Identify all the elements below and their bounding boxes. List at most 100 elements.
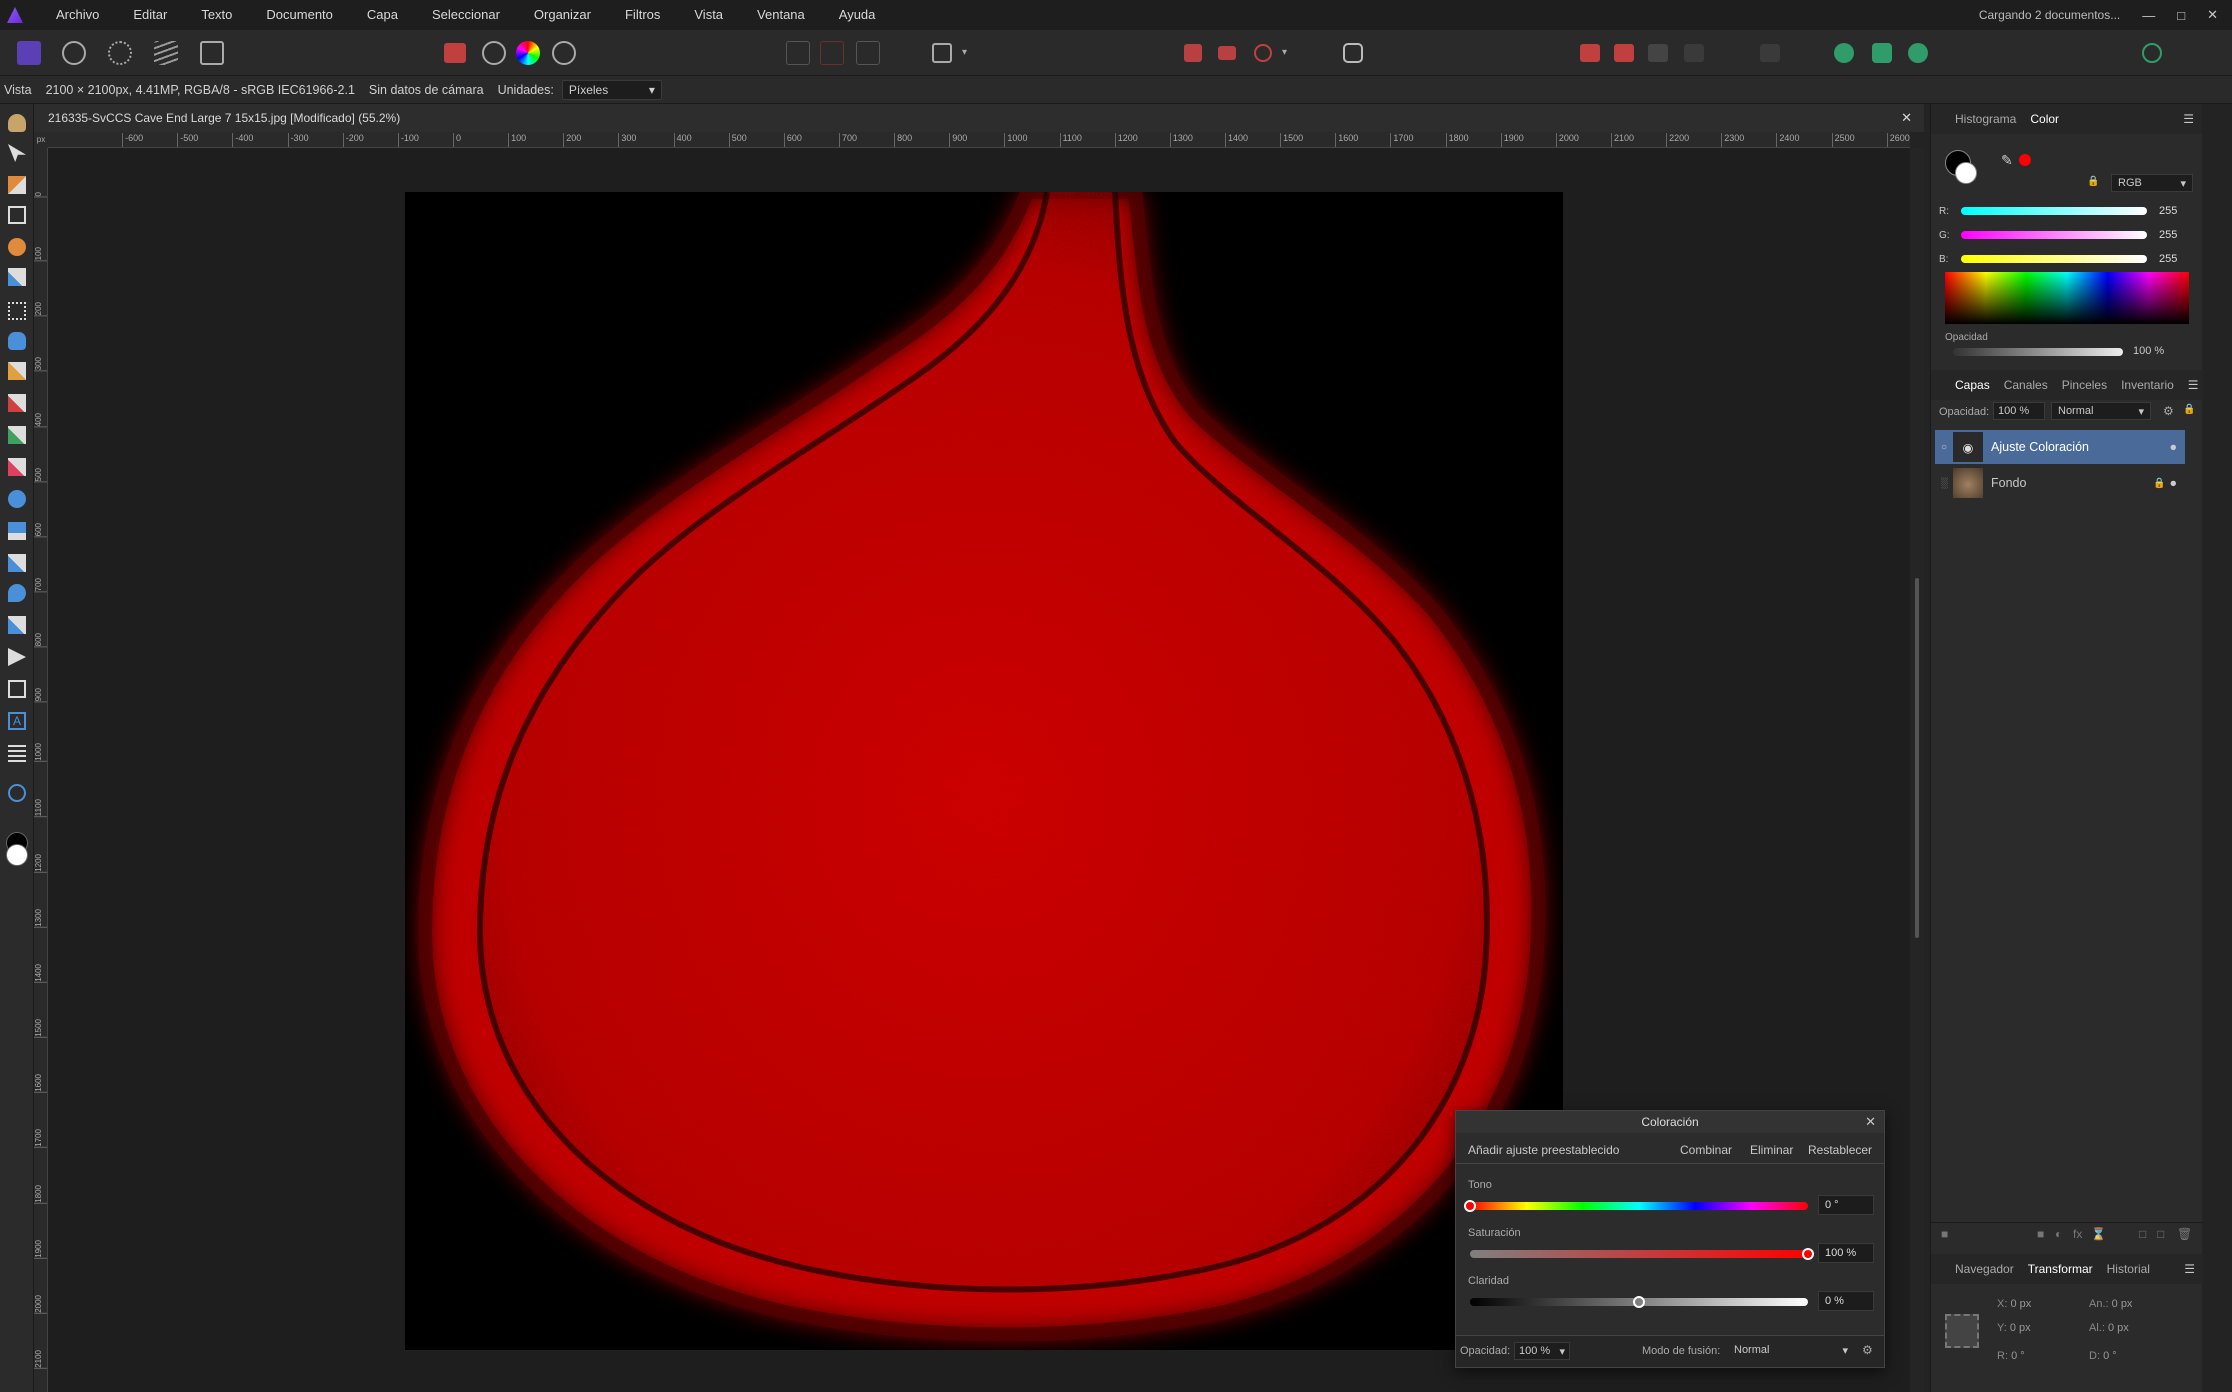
boolean-add-icon[interactable] xyxy=(1834,43,1854,63)
boolean-intersect-icon[interactable] xyxy=(1908,43,1928,63)
r-slider[interactable] xyxy=(1961,207,2147,215)
mesh-warp-tool-icon[interactable] xyxy=(8,744,26,762)
menu-ventana[interactable]: Ventana xyxy=(740,0,822,30)
layer-opacity-field[interactable]: 100 % xyxy=(1993,402,2045,420)
tab-transformar[interactable]: Transformar xyxy=(2028,1262,2093,1276)
color-picker-tool-icon[interactable] xyxy=(8,176,26,194)
mask-layer-icon[interactable]: ■ xyxy=(2037,1227,2044,1241)
vertical-scrollbar[interactable] xyxy=(1910,148,1924,1392)
invert-selection-icon[interactable] xyxy=(856,41,880,65)
auto-levels-icon[interactable] xyxy=(444,43,466,63)
saturation-slider[interactable] xyxy=(1470,1250,1808,1258)
blend-mode-select[interactable]: Normal ▾ xyxy=(1730,1342,1852,1360)
layer-row[interactable]: ○ ◉ Ajuste Coloración ● xyxy=(1935,430,2185,464)
boolean-subtract-icon[interactable] xyxy=(1872,43,1892,63)
layer-options-icon[interactable]: ■ xyxy=(1941,1227,1948,1241)
secondary-color-well[interactable] xyxy=(1955,162,1977,184)
arrange-top-icon[interactable] xyxy=(1684,44,1704,62)
menu-texto[interactable]: Texto xyxy=(184,0,249,30)
tab-inventario[interactable]: Inventario xyxy=(2121,378,2174,392)
document-tab[interactable]: 216335-SvCCS Cave End Large 7 15x15.jpg … xyxy=(34,104,1924,132)
color-model-select[interactable]: RGB ▾ xyxy=(2111,174,2193,192)
rotate-icon[interactable] xyxy=(1254,44,1272,62)
smudge-brush-tool-icon[interactable] xyxy=(8,616,26,634)
auto-colors-icon[interactable] xyxy=(516,41,540,65)
tab-canales[interactable]: Canales xyxy=(2004,378,2048,392)
insert-icon[interactable] xyxy=(1760,44,1780,62)
panel-menu-icon[interactable]: ☰ xyxy=(2183,112,2194,126)
photo-persona-icon[interactable] xyxy=(17,41,41,65)
auto-white-balance-icon[interactable] xyxy=(552,41,576,65)
clone-tool-icon[interactable] xyxy=(8,522,26,540)
menu-capa[interactable]: Capa xyxy=(350,0,415,30)
text-tool-icon[interactable]: A xyxy=(8,712,26,730)
dialog-opacity-field[interactable]: 100 % ▾ xyxy=(1514,1342,1570,1360)
gear-icon[interactable]: ⚙ xyxy=(1862,1343,1873,1357)
menu-vista[interactable]: Vista xyxy=(677,0,740,30)
minimize-icon[interactable]: — xyxy=(2142,8,2155,23)
hue-slider-knob[interactable] xyxy=(1464,1200,1476,1212)
tab-pinceles[interactable]: Pinceles xyxy=(2062,378,2107,392)
layer-dot-icon[interactable]: ● xyxy=(2169,440,2177,454)
rectangle-tool-icon[interactable] xyxy=(8,680,26,698)
panel-menu-icon[interactable]: ☰ xyxy=(2188,378,2199,392)
adjustment-icon[interactable]: ◐ xyxy=(2055,1227,2062,1241)
crop-tool-icon[interactable] xyxy=(8,206,26,224)
chevron-down-icon[interactable]: ▾ xyxy=(1282,41,1292,65)
blur-brush-tool-icon[interactable] xyxy=(8,584,26,602)
b-value[interactable]: 255 xyxy=(2159,253,2177,265)
color-opacity-value[interactable]: 100 % xyxy=(2133,345,2164,357)
units-select[interactable]: Píxeles ▾ xyxy=(561,79,662,100)
document-canvas[interactable] xyxy=(405,192,1563,1350)
secondary-color-swatch[interactable] xyxy=(6,844,28,866)
delete-layer-icon[interactable]: 🗑 xyxy=(2177,1227,2192,1241)
node-tool-icon[interactable] xyxy=(8,648,26,666)
eyedropper-icon[interactable]: ✎ xyxy=(2001,152,2015,168)
tab-color[interactable]: Color xyxy=(2030,112,2059,126)
panel-menu-icon[interactable]: ☰ xyxy=(2184,1262,2195,1276)
selection-all-icon[interactable] xyxy=(786,41,810,65)
menu-organizar[interactable]: Organizar xyxy=(517,0,608,30)
arrange-forward-icon[interactable] xyxy=(1614,44,1634,62)
menu-seleccionar[interactable]: Seleccionar xyxy=(415,0,517,30)
assistant-icon[interactable] xyxy=(1343,43,1363,63)
export-persona-icon[interactable] xyxy=(200,41,224,65)
menu-documento[interactable]: Documento xyxy=(249,0,349,30)
marquee-tool-icon[interactable] xyxy=(8,302,26,320)
group-icon[interactable]: □ xyxy=(2139,1227,2146,1241)
gear-icon[interactable]: ⚙ xyxy=(2163,404,2174,418)
g-slider[interactable] xyxy=(1961,231,2147,239)
tab-capas[interactable]: Capas xyxy=(1955,378,1990,392)
anchor-point-selector[interactable] xyxy=(1945,1314,1979,1348)
reset-button[interactable]: Restablecer xyxy=(1808,1143,1872,1157)
menu-ayuda[interactable]: Ayuda xyxy=(822,0,893,30)
live-filter-icon[interactable]: ⌛ xyxy=(2091,1227,2106,1241)
menu-editar[interactable]: Editar xyxy=(116,0,184,30)
tab-histograma[interactable]: Histograma xyxy=(1955,112,2016,126)
auto-contrast-icon[interactable] xyxy=(482,41,506,65)
tab-historial[interactable]: Historial xyxy=(2107,1262,2150,1276)
color-spectrum[interactable] xyxy=(1945,272,2189,324)
delete-button[interactable]: Eliminar xyxy=(1750,1143,1793,1157)
tone-mapping-persona-icon[interactable] xyxy=(154,41,178,65)
lock-icon[interactable]: 🔒 xyxy=(2153,478,2165,489)
liquify-persona-icon[interactable] xyxy=(62,41,86,65)
erase-brush-tool-icon[interactable] xyxy=(8,458,26,476)
maximize-icon[interactable]: □ xyxy=(2177,8,2185,23)
move-tool-icon[interactable] xyxy=(8,144,26,162)
paint-brush-tool-icon[interactable] xyxy=(8,394,26,412)
gradient-tool-icon[interactable] xyxy=(8,362,26,380)
menu-filtros[interactable]: Filtros xyxy=(608,0,677,30)
layer-dot-icon[interactable]: ● xyxy=(2169,476,2177,490)
quick-mask-icon[interactable] xyxy=(932,43,952,63)
arrange-back-icon[interactable] xyxy=(1580,44,1600,62)
merge-button[interactable]: Combinar xyxy=(1680,1143,1732,1157)
zoom-tool-icon[interactable] xyxy=(8,784,26,802)
layer-row[interactable]: ░ Fondo 🔒 ● xyxy=(1935,466,2185,500)
close-window-icon[interactable]: ✕ xyxy=(2207,7,2218,23)
lock-icon[interactable]: 🔒 xyxy=(2087,176,2099,188)
lock-icon[interactable]: 🔒 xyxy=(2183,404,2195,415)
flood-select-tool-icon[interactable] xyxy=(8,268,26,286)
menu-archivo[interactable]: Archivo xyxy=(39,0,116,30)
flood-fill-tool-icon[interactable] xyxy=(8,332,26,350)
